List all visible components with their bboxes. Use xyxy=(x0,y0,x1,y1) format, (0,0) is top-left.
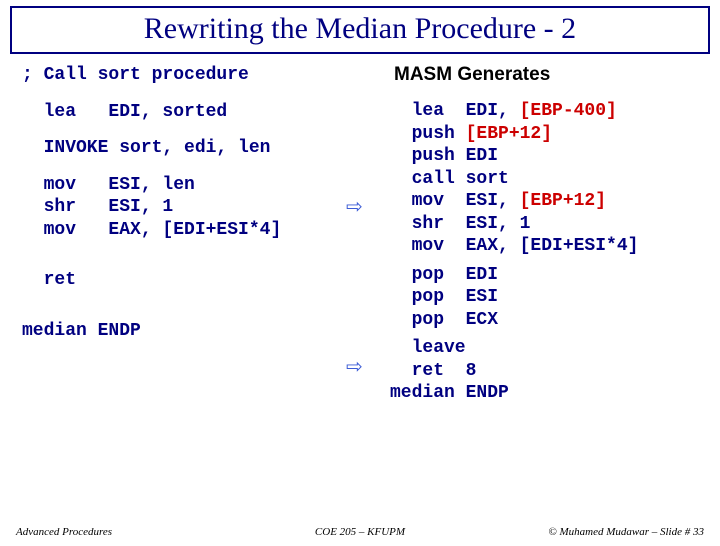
code-line: ret xyxy=(22,269,281,292)
gen-text: lea EDI, xyxy=(390,101,520,121)
gen-line: median ENDP xyxy=(390,382,638,405)
code-line: median ENDP xyxy=(22,320,281,343)
gen-block: push EDI call sort xyxy=(390,145,638,190)
gen-block: leave ret 8 xyxy=(390,337,638,382)
footer-center: COE 205 – KFUPM xyxy=(315,526,405,538)
right-column: MASM Generates lea EDI, [EBP-400] push [… xyxy=(390,64,638,405)
generates-header: MASM Generates xyxy=(394,64,638,86)
footer-left: Advanced Procedures xyxy=(16,526,112,538)
gen-text: mov ESI, xyxy=(390,191,520,211)
code-comment: ; Call sort procedure xyxy=(22,64,281,87)
gen-highlight: [EBP-400] xyxy=(520,101,617,121)
gen-highlight: [EBP+12] xyxy=(520,191,606,211)
code-line: lea EDI, sorted xyxy=(22,101,281,124)
gen-highlight: [EBP+12] xyxy=(466,124,552,144)
gen-line: mov ESI, [EBP+12] xyxy=(390,190,638,213)
gen-block: shr ESI, 1 mov EAX, [EDI+ESI*4] xyxy=(390,213,638,258)
title-bar: Rewriting the Median Procedure - 2 xyxy=(10,6,710,54)
arrow-icon: ⇨ xyxy=(346,194,363,219)
code-block: mov ESI, len shr ESI, 1 mov EAX, [EDI+ES… xyxy=(22,174,281,242)
gen-block: pop EDI pop ESI pop ECX xyxy=(390,264,638,332)
gen-line: lea EDI, [EBP-400] xyxy=(390,100,638,123)
gen-line: push [EBP+12] xyxy=(390,123,638,146)
code-line: INVOKE sort, edi, len xyxy=(22,137,281,160)
slide-title: Rewriting the Median Procedure - 2 xyxy=(12,12,708,46)
content-area: ; Call sort procedure lea EDI, sorted IN… xyxy=(0,54,720,64)
footer: Advanced Procedures COE 205 – KFUPM © Mu… xyxy=(0,526,720,538)
arrow-icon: ⇨ xyxy=(346,354,363,379)
footer-right: © Muhamed Mudawar – Slide # 33 xyxy=(548,526,704,538)
left-column: ; Call sort procedure lea EDI, sorted IN… xyxy=(22,64,281,342)
gen-text: push xyxy=(390,124,466,144)
